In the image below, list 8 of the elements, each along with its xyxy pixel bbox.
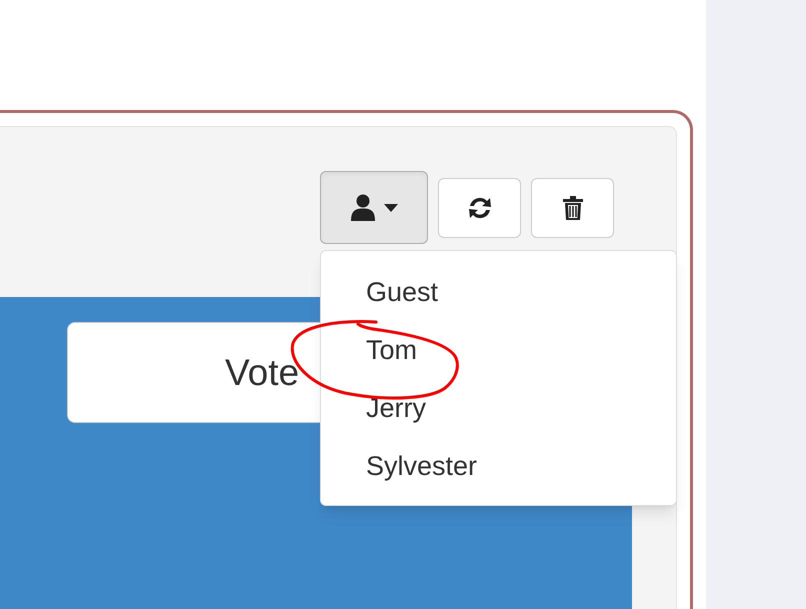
user-icon — [350, 194, 376, 222]
menu-item[interactable]: Sylvester — [321, 437, 676, 495]
user-menu-button[interactable] — [320, 171, 428, 244]
trash-icon — [562, 194, 584, 220]
refresh-button[interactable] — [438, 178, 521, 238]
caret-icon — [384, 204, 398, 212]
menu-item[interactable]: Guest — [321, 263, 676, 321]
delete-button[interactable] — [531, 178, 614, 238]
